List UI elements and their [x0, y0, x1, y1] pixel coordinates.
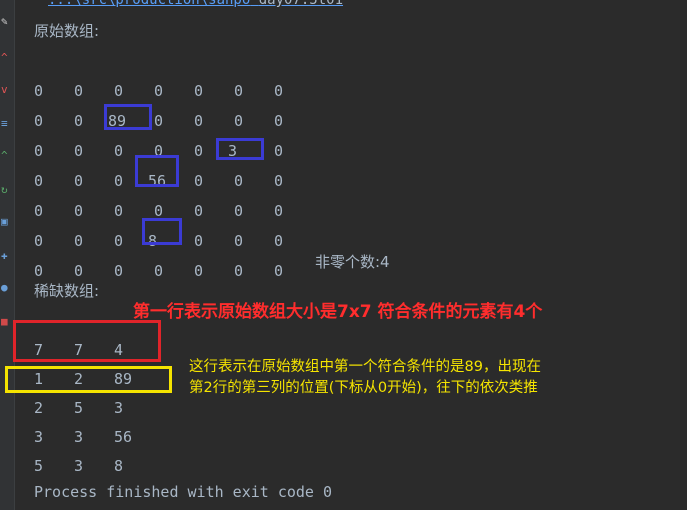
- original-array-cell: 0: [114, 262, 124, 280]
- original-array-cell: 0: [34, 82, 44, 100]
- down-arrow-icon[interactable]: v: [1, 84, 8, 96]
- print-icon[interactable]: ▣: [1, 216, 8, 228]
- original-array-cell: 0: [274, 82, 284, 100]
- original-array-cell: 0: [194, 232, 204, 250]
- original-array-cell: 0: [154, 82, 164, 100]
- original-array-cell: 0: [194, 82, 204, 100]
- annotation-red-note: 第一行表示原始数组大小是7x7 符合条件的元素有4个: [133, 302, 543, 322]
- highlight-box-56: [135, 155, 179, 187]
- original-array-cell: 0: [234, 202, 244, 220]
- original-array-cell: 0: [274, 262, 284, 280]
- original-array-cell: 0: [234, 262, 244, 280]
- original-array-cell: 0: [274, 202, 284, 220]
- original-array-cell: 0: [34, 202, 44, 220]
- wrench-icon[interactable]: ✎: [1, 16, 8, 28]
- highlight-box-first-row: [13, 320, 161, 362]
- original-array-cell: 0: [154, 112, 164, 130]
- original-array-cell: 0: [74, 232, 84, 250]
- sparse-array-cell: 3: [74, 428, 84, 446]
- original-array-cell: 0: [194, 172, 204, 190]
- scroll-icon[interactable]: ^: [1, 150, 8, 162]
- sparse-array-cell: 5: [34, 457, 44, 475]
- wrap-icon[interactable]: ≡: [1, 118, 8, 130]
- rerun-icon[interactable]: ↻: [1, 184, 8, 196]
- sparse-array-cell: 3: [74, 457, 84, 475]
- sparse-array-cell: 2: [34, 399, 44, 417]
- sparse-array-cell: 56: [114, 428, 133, 446]
- original-array-cell: 0: [34, 172, 44, 190]
- original-array-cell: 0: [114, 82, 124, 100]
- annotation-yellow-line2: 第2行的第三列的位置(下标从0开始)，往下的依次类推: [189, 380, 538, 396]
- top-path-tail: day07.5t01: [258, 0, 344, 8]
- nonzero-count: 非零个数:4: [315, 253, 390, 271]
- original-array-cell: 0: [74, 262, 84, 280]
- original-array-cell: 0: [194, 112, 204, 130]
- sparse-array-label: 稀缺数组:: [34, 282, 100, 300]
- original-array-cell: 0: [74, 202, 84, 220]
- top-path-link[interactable]: ...\src\production\sanpo: [48, 0, 250, 8]
- up-arrow-icon[interactable]: ^: [1, 52, 8, 64]
- sparse-array-cell: 5: [74, 399, 84, 417]
- original-array-cell: 0: [74, 142, 84, 160]
- pin-icon[interactable]: ✚: [1, 250, 8, 262]
- annotation-yellow-line1: 这行表示在原始数组中第一个符合条件的是89，出现在: [189, 359, 541, 375]
- original-array-cell: 0: [274, 232, 284, 250]
- gear-icon[interactable]: ●: [1, 282, 8, 294]
- highlight-box-8: [142, 218, 182, 245]
- top-path-line[interactable]: ...\src\production\sanpo day07.5t01: [48, 0, 343, 8]
- sparse-array-cell: 3: [34, 428, 44, 446]
- original-array-cell: 0: [154, 262, 164, 280]
- original-array-cell: 0: [34, 112, 44, 130]
- highlight-box-89: [104, 104, 152, 130]
- tool-gutter: ✎ ^ v ≡ ^ ↻ ▣ ✚ ● ■: [0, 0, 15, 510]
- original-array-cell: 0: [234, 232, 244, 250]
- highlight-box-3: [216, 138, 264, 160]
- original-array-cell: 0: [274, 112, 284, 130]
- original-array-cell: 0: [274, 172, 284, 190]
- sparse-array-cell: 3: [114, 399, 124, 417]
- original-array-cell: 0: [74, 172, 84, 190]
- original-array-label: 原始数组:: [34, 22, 100, 40]
- original-array-cell: 0: [234, 82, 244, 100]
- highlight-box-second-row: [5, 366, 172, 393]
- original-array-cell: 0: [74, 82, 84, 100]
- original-array-cell: 0: [274, 142, 284, 160]
- original-array-cell: 0: [234, 112, 244, 130]
- trash-icon[interactable]: ■: [1, 316, 8, 328]
- sparse-array-cell: 8: [114, 457, 124, 475]
- original-array-cell: 0: [234, 172, 244, 190]
- original-array-cell: 0: [194, 262, 204, 280]
- annotation-yellow-note: 这行表示在原始数组中第一个符合条件的是89，出现在 第2行的第三列的位置(下标从…: [189, 357, 541, 399]
- exit-message: Process finished with exit code 0: [34, 483, 333, 501]
- original-array-cell: 0: [34, 232, 44, 250]
- original-array-cell: 0: [34, 142, 44, 160]
- original-array-cell: 0: [34, 262, 44, 280]
- original-array-cell: 0: [194, 202, 204, 220]
